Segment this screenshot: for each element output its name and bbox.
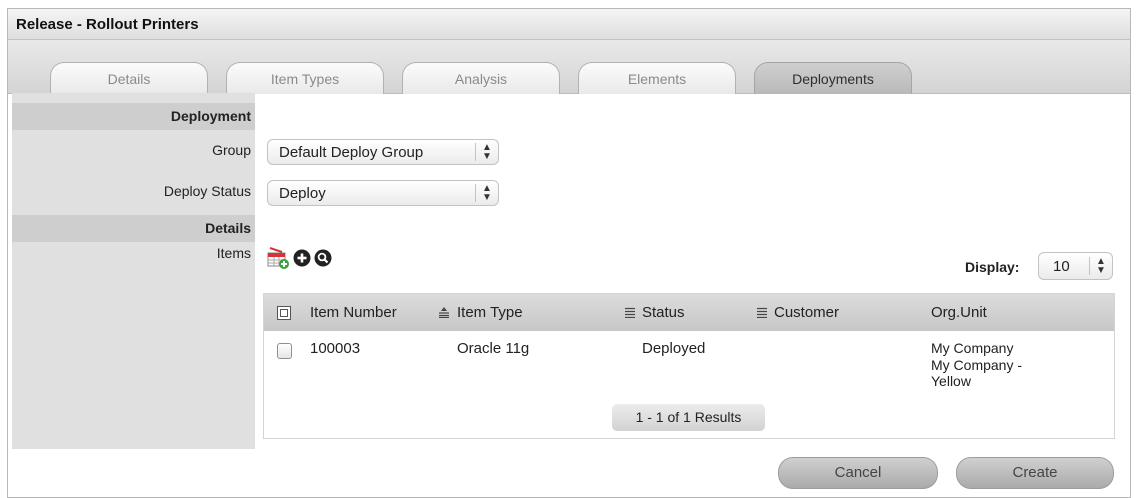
window-title: Release - Rollout Printers (16, 16, 199, 33)
row-checkbox[interactable] (277, 343, 292, 359)
deploy-status-select[interactable]: Deploy ▲ ▼ (267, 180, 499, 206)
items-table: Item Number Item Type Status Customer Or… (263, 293, 1115, 439)
column-item-type[interactable]: Item Type (457, 304, 523, 321)
create-button[interactable]: Create (956, 457, 1114, 489)
cell-org-unit-line2: My Company - (931, 357, 1023, 373)
deploy-status-label: Deploy Status (163, 183, 251, 199)
group-label: Group (212, 142, 251, 158)
sort-ascending-icon[interactable] (438, 307, 450, 318)
add-circle-icon[interactable] (293, 249, 311, 267)
tab-strip: Details Item Types Analysis Elements Dep… (8, 40, 1130, 94)
group-select-value: Default Deploy Group (279, 144, 424, 161)
items-label: Items (216, 245, 251, 261)
add-table-icon[interactable] (266, 246, 290, 270)
cell-item-type: Oracle 11g (457, 340, 530, 357)
display-count-select[interactable]: 10 ▲ ▼ (1038, 252, 1113, 280)
tab-details[interactable]: Details (50, 62, 208, 94)
cell-status: Deployed (642, 340, 706, 357)
display-label: Display: (965, 259, 1020, 275)
details-section-header: Details (12, 215, 255, 242)
display-count-value: 10 (1053, 258, 1070, 275)
deployment-section-header: Deployment (12, 103, 255, 130)
tab-elements[interactable]: Elements (578, 62, 736, 94)
pagination-info: 1 - 1 of 1 Results (612, 404, 765, 431)
cell-org-unit-line3: Yellow (931, 373, 971, 389)
select-all-checkbox-icon[interactable] (277, 306, 291, 320)
search-circle-icon[interactable] (314, 249, 332, 267)
cancel-button[interactable]: Cancel (778, 457, 938, 489)
table-header: Item Number Item Type Status Customer Or… (264, 294, 1114, 331)
cell-item-number[interactable]: 100003 (310, 340, 360, 357)
select-arrows-icon: ▲ ▼ (1089, 257, 1112, 276)
deploy-status-value: Deploy (279, 185, 326, 202)
group-select[interactable]: Default Deploy Group ▲ ▼ (267, 139, 499, 165)
cell-org-unit-line1: My Company (931, 340, 1014, 356)
tab-deployments[interactable]: Deployments (754, 62, 912, 94)
sortable-column-icon[interactable] (756, 307, 768, 318)
tab-item-types[interactable]: Item Types (226, 62, 384, 94)
sortable-column-icon[interactable] (624, 307, 636, 318)
select-arrows-icon: ▲ ▼ (475, 184, 498, 203)
title-bar: Release - Rollout Printers (8, 9, 1130, 40)
tab-analysis[interactable]: Analysis (402, 62, 560, 94)
column-org-unit[interactable]: Org.Unit (931, 304, 987, 321)
column-status[interactable]: Status (642, 304, 685, 321)
column-customer[interactable]: Customer (774, 304, 839, 321)
select-arrows-icon: ▲ ▼ (475, 143, 498, 162)
column-item-number[interactable]: Item Number (310, 304, 397, 321)
